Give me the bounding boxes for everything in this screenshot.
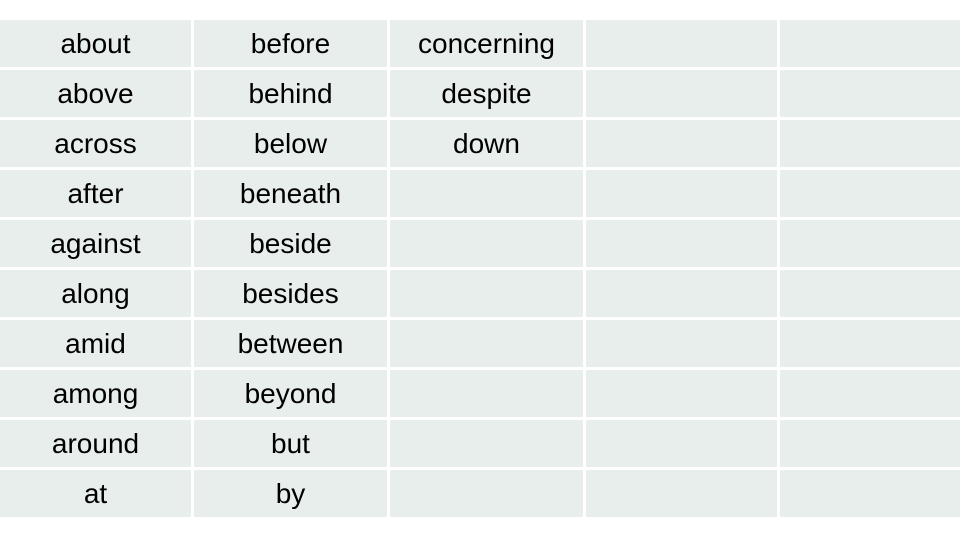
table-cell-word: after — [0, 170, 191, 217]
table-cell-empty — [390, 320, 583, 367]
table-row: among beyond — [0, 370, 960, 417]
table-cell-word: by — [194, 470, 387, 517]
table-row: after beneath — [0, 170, 960, 217]
table-cell-word: but — [194, 420, 387, 467]
table-cell-word: among — [0, 370, 191, 417]
table-cell-empty — [780, 470, 960, 517]
table-cell-word: below — [194, 120, 387, 167]
table-cell-word: concerning — [390, 20, 583, 67]
table-cell-empty — [780, 170, 960, 217]
table-cell-empty — [780, 120, 960, 167]
table-cell-word: despite — [390, 70, 583, 117]
table-cell-empty — [390, 220, 583, 267]
table-cell-empty — [586, 170, 777, 217]
table-cell-empty — [780, 420, 960, 467]
table-row: along besides — [0, 270, 960, 317]
table-container: about before concerning above behind despite a… — [0, 20, 960, 520]
table-cell-word: beside — [194, 220, 387, 267]
table-cell-empty — [586, 70, 777, 117]
table-row: at by — [0, 470, 960, 517]
table-cell-empty — [390, 370, 583, 417]
slide-canvas: about before concerning above behind despite a… — [0, 0, 960, 540]
table-cell-word: between — [194, 320, 387, 367]
table-cell-empty — [780, 70, 960, 117]
table-cell-empty — [780, 220, 960, 267]
table-cell-empty — [390, 270, 583, 317]
table-cell-empty — [780, 320, 960, 367]
table-cell-empty — [586, 270, 777, 317]
table-cell-empty — [586, 120, 777, 167]
table-cell-empty — [586, 320, 777, 367]
table-cell-empty — [586, 20, 777, 67]
table-cell-empty — [780, 370, 960, 417]
table-cell-empty — [586, 470, 777, 517]
table-cell-word: at — [0, 470, 191, 517]
table-cell-word: beyond — [194, 370, 387, 417]
table-row: amid between — [0, 320, 960, 367]
table-cell-word: amid — [0, 320, 191, 367]
table-cell-empty — [586, 220, 777, 267]
table-cell-empty — [780, 20, 960, 67]
table-row: against beside — [0, 220, 960, 267]
table-cell-word: besides — [194, 270, 387, 317]
prepositions-table: about before concerning above behind despite a… — [0, 17, 960, 520]
table-cell-word: down — [390, 120, 583, 167]
table-cell-word: across — [0, 120, 191, 167]
table-row: about before concerning — [0, 20, 960, 67]
table-cell-word: beneath — [194, 170, 387, 217]
table-cell-word: against — [0, 220, 191, 267]
table-cell-word: before — [194, 20, 387, 67]
table-body: about before concerning above behind despite a… — [0, 20, 960, 517]
table-cell-word: about — [0, 20, 191, 67]
table-cell-empty — [586, 420, 777, 467]
table-cell-empty — [390, 470, 583, 517]
table-cell-word: above — [0, 70, 191, 117]
table-row: around but — [0, 420, 960, 467]
table-cell-empty — [390, 170, 583, 217]
table-cell-word: behind — [194, 70, 387, 117]
table-cell-empty — [586, 370, 777, 417]
table-row: above behind despite — [0, 70, 960, 117]
table-cell-empty — [390, 420, 583, 467]
table-cell-word: along — [0, 270, 191, 317]
table-row: across below down — [0, 120, 960, 167]
table-cell-empty — [780, 270, 960, 317]
table-cell-word: around — [0, 420, 191, 467]
